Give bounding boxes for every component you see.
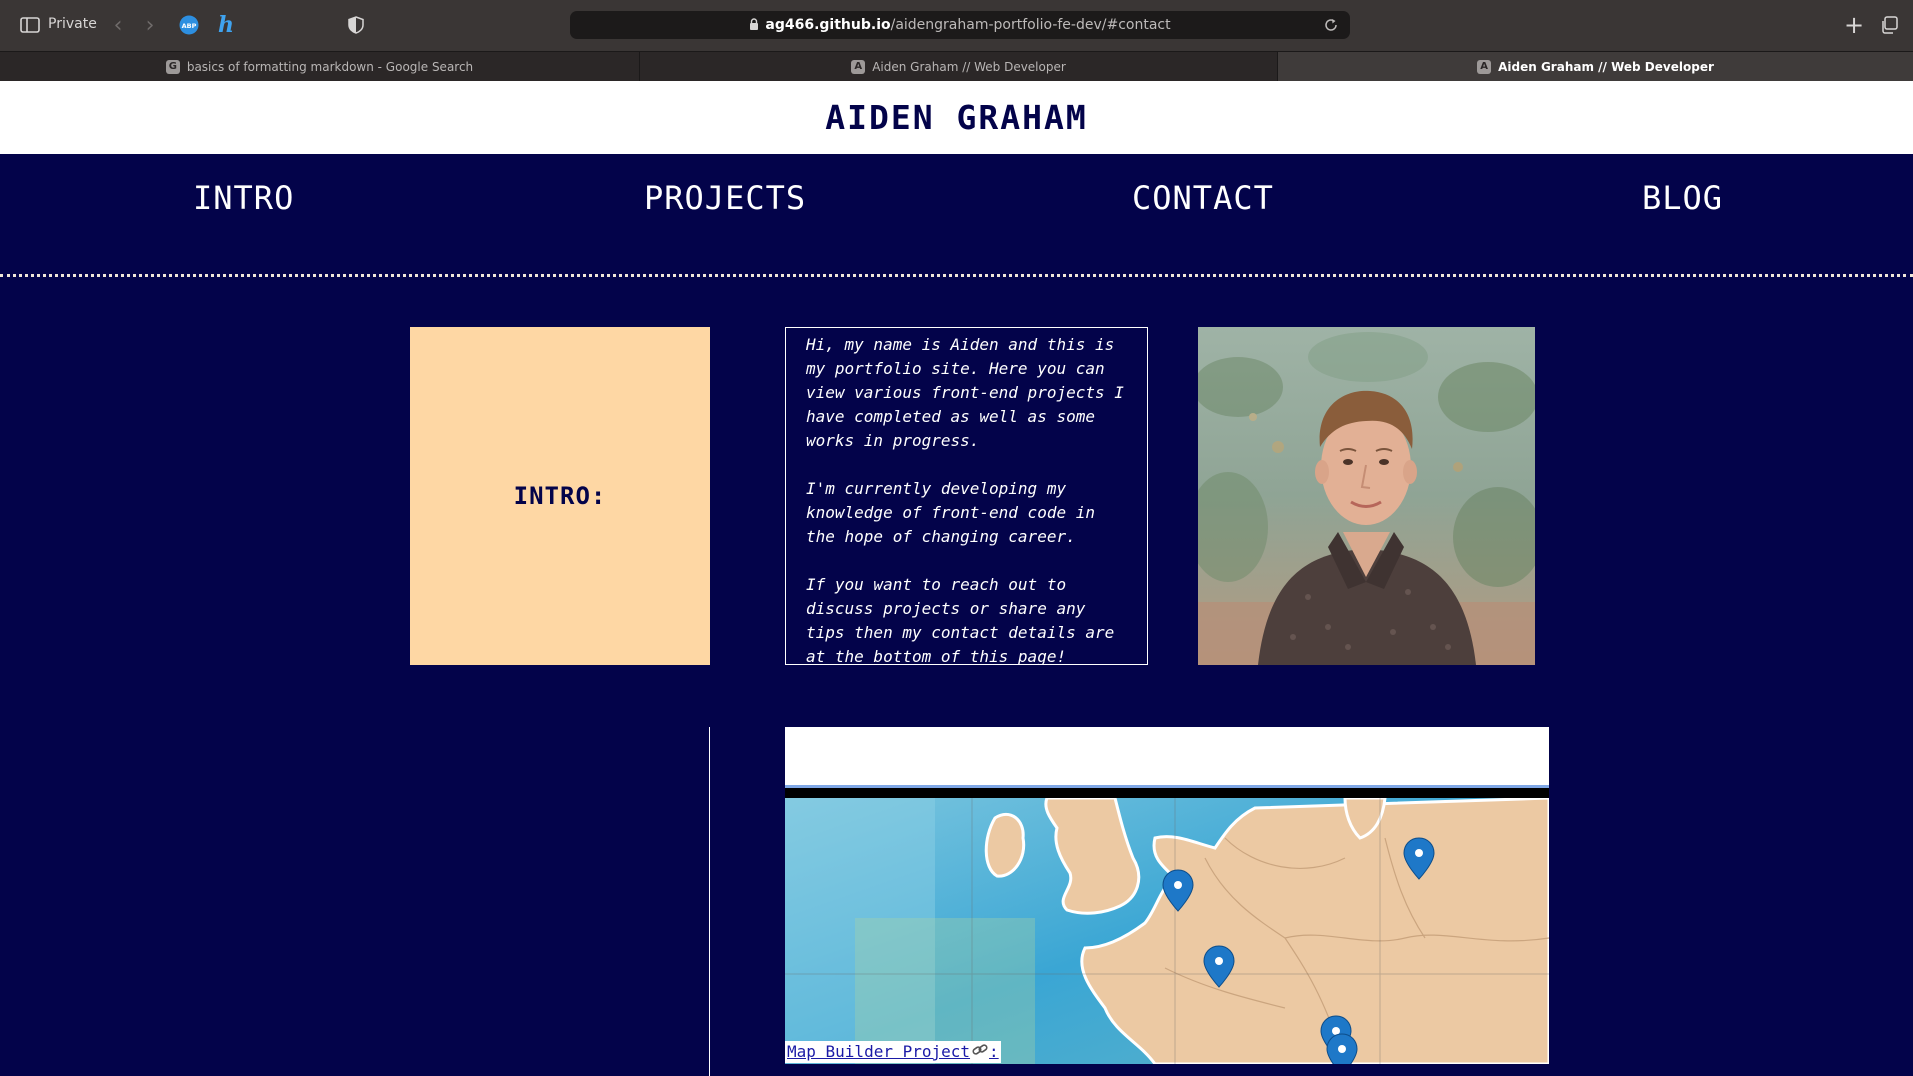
sidebar-icon[interactable] [18, 14, 42, 36]
nav-divider [0, 274, 1913, 277]
browser-toolbar: Private ‹ › ABP h ag466.github.io/aideng… [0, 0, 1913, 51]
favicon-icon: A [851, 59, 866, 74]
url-path: /aidengraham-portfolio-fe-dev/#contact [890, 17, 1171, 33]
shield-icon[interactable] [345, 14, 367, 36]
intro-paragraph: Hi, my name is Aiden and this is my port… [806, 335, 1124, 450]
tab-title: basics of formatting markdown - Google S… [186, 59, 474, 74]
back-arrow-icon[interactable]: ‹ [108, 13, 128, 38]
map-pin-icon [1326, 1033, 1358, 1064]
honey-extension-icon[interactable]: h [214, 12, 238, 38]
lock-icon [749, 18, 759, 34]
tab-title: Aiden Graham // Web Developer [1498, 59, 1714, 74]
favicon-icon: G [165, 59, 180, 74]
map-frame-bar [785, 788, 1549, 798]
svg-text:ABP: ABP [182, 22, 197, 30]
url-text: ag466.github.io/aidengraham-portfolio-fe… [570, 17, 1350, 34]
link-suffix: : [989, 1042, 999, 1061]
intro-heading: INTRO: [513, 482, 607, 510]
tab-title: Aiden Graham // Web Developer [872, 59, 1066, 74]
forward-arrow-icon[interactable]: › [140, 13, 160, 38]
map-builder-project-link[interactable]: Map Builder Project: [785, 1041, 1001, 1063]
private-label: Private [48, 16, 97, 32]
map-preview[interactable] [785, 798, 1549, 1064]
tab-overview-icon[interactable] [1878, 14, 1900, 36]
reload-icon[interactable] [1324, 17, 1340, 33]
address-bar[interactable]: ag466.github.io/aidengraham-portfolio-fe… [570, 11, 1350, 39]
site-header: AIDEN GRAHAM [0, 81, 1913, 154]
link-icon [971, 1041, 989, 1063]
tab-portfolio[interactable]: A Aiden Graham // Web Developer [640, 52, 1278, 81]
portrait-photo [1198, 327, 1535, 665]
nav-link-intro[interactable]: INTRO [193, 179, 294, 217]
url-host: ag466.github.io [765, 17, 891, 33]
nav-link-blog[interactable]: BLOG [1642, 179, 1723, 217]
plus-icon[interactable]: + [1842, 11, 1866, 39]
tab-portfolio-active[interactable]: A Aiden Graham // Web Developer [1278, 52, 1913, 81]
nav-link-contact[interactable]: CONTACT [1132, 179, 1274, 217]
nav-link-projects[interactable]: PROJECTS [644, 179, 806, 217]
project-column-divider [709, 727, 710, 1076]
site-nav: INTRO PROJECTS CONTACT BLOG [0, 154, 1913, 276]
intro-paragraph: I'm currently developing my knowledge of… [806, 479, 1095, 546]
intro-paragraph: If you want to reach out to discuss proj… [806, 575, 1115, 665]
map-project-header-bar [785, 727, 1549, 788]
intro-heading-box: INTRO: [410, 327, 710, 665]
favicon-icon: A [1477, 59, 1492, 74]
intro-text-box: Hi, my name is Aiden and this is my port… [785, 327, 1148, 665]
tab-google-search[interactable]: G basics of formatting markdown - Google… [0, 52, 640, 81]
tab-bar: G basics of formatting markdown - Google… [0, 51, 1913, 82]
adblock-extension-icon[interactable]: ABP [178, 14, 200, 36]
map-builder-project-link-text: Map Builder Project [787, 1042, 971, 1061]
site-title: AIDEN GRAHAM [825, 98, 1088, 137]
